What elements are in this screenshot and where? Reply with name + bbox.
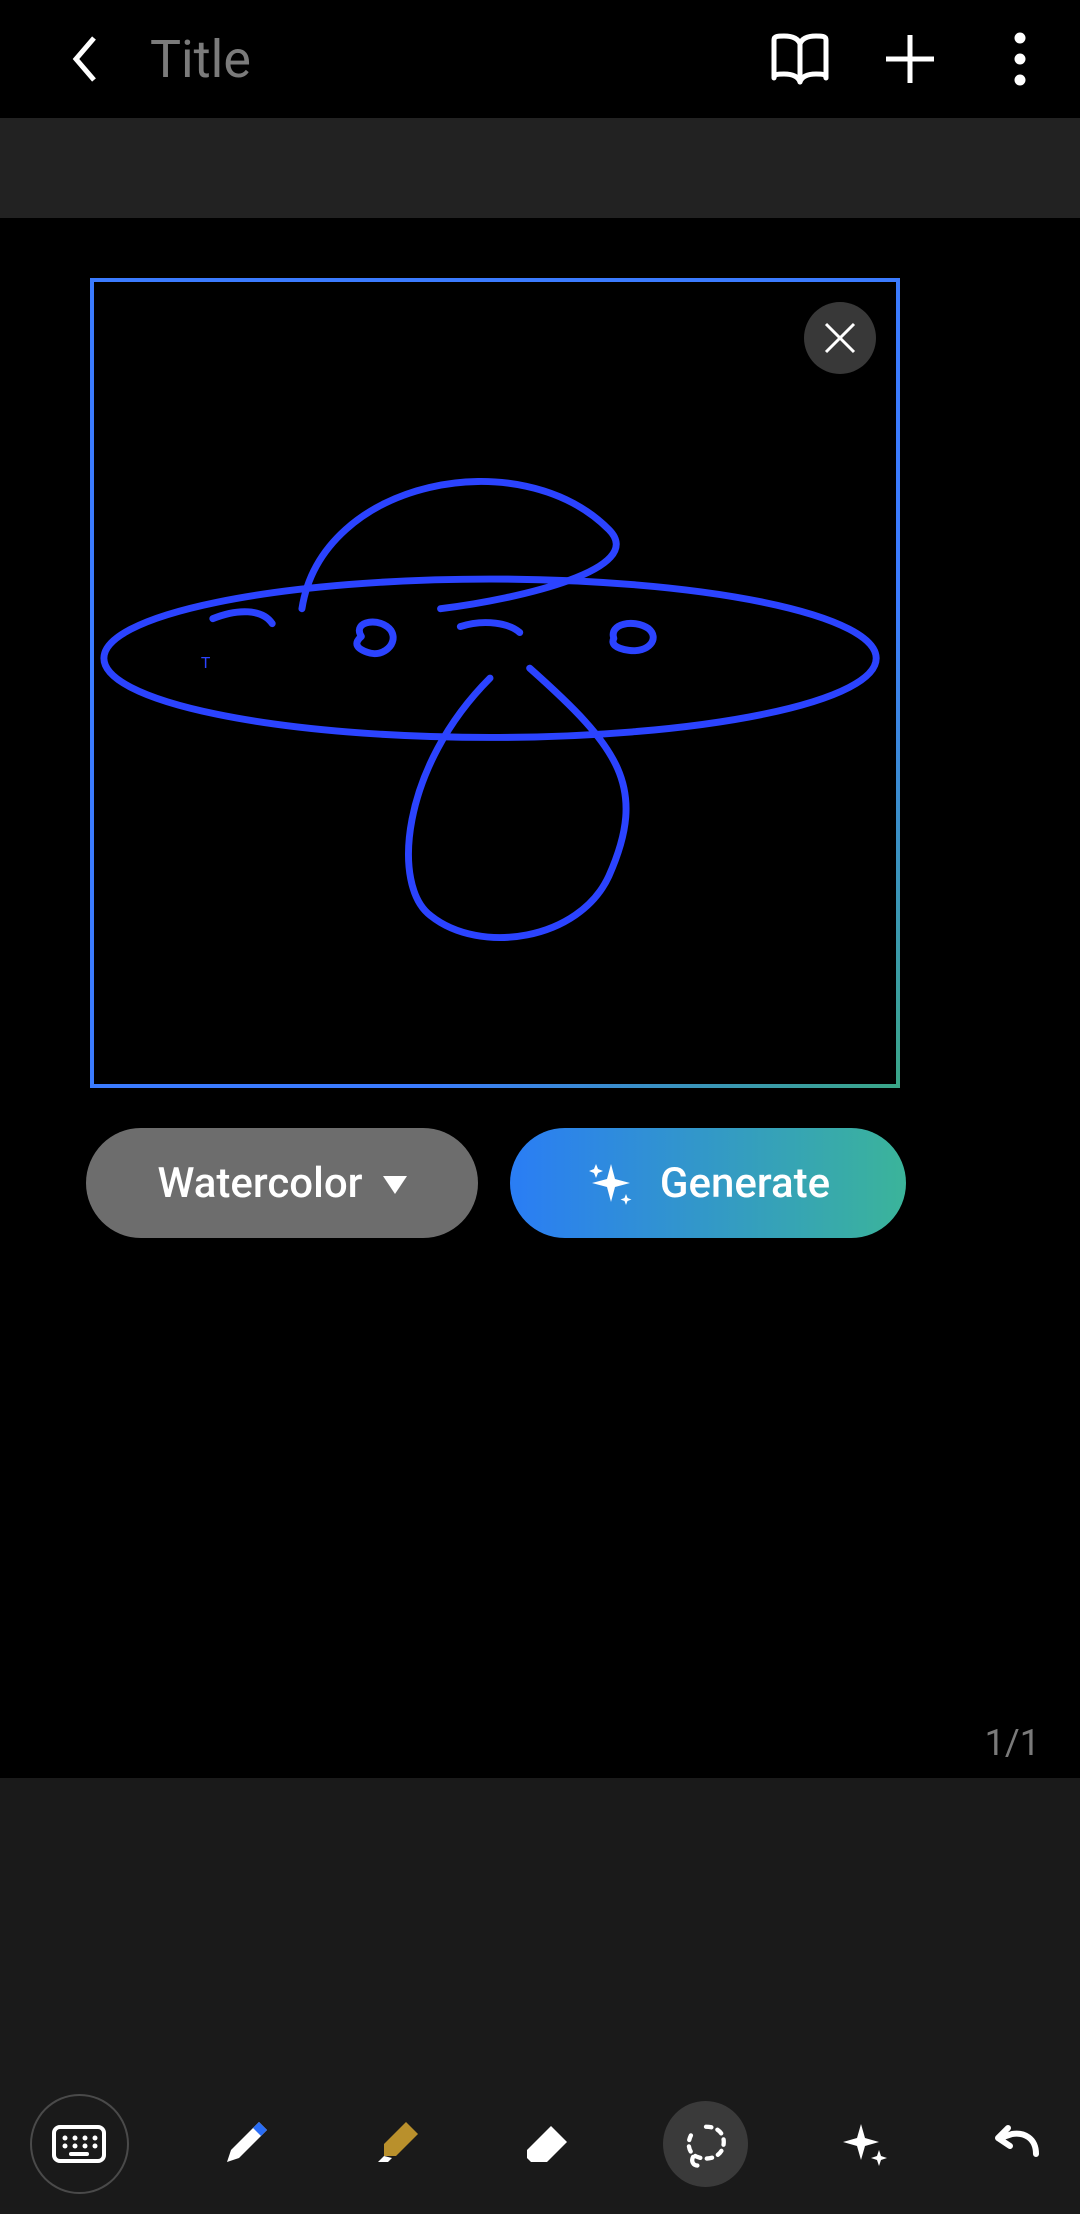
reader-mode-button[interactable] (770, 29, 830, 89)
reader-icon (770, 32, 830, 86)
undo-icon (988, 2116, 1044, 2172)
generate-button[interactable]: Generate (510, 1128, 906, 1238)
top-actions (770, 29, 1050, 89)
highlighter-tool[interactable] (362, 2109, 431, 2179)
ai-tool[interactable] (830, 2109, 899, 2179)
svg-text:T: T (201, 653, 211, 672)
undo-tool[interactable] (981, 2109, 1050, 2179)
canvas-area[interactable]: T Watercolor Generate 1/1 (0, 218, 1080, 1778)
add-button[interactable] (880, 29, 940, 89)
lasso-tool[interactable] (663, 2101, 748, 2187)
keyboard-icon (51, 2116, 107, 2172)
top-app-bar: Title (0, 0, 1080, 118)
pen-tool[interactable] (211, 2109, 280, 2179)
ai-action-row: Watercolor Generate (86, 1128, 906, 1238)
back-icon (70, 34, 100, 84)
page-counter: 1/1 (985, 1722, 1040, 1764)
drawing-toolbar (0, 2094, 1080, 2194)
user-sketch: T (94, 282, 896, 1084)
style-select-button[interactable]: Watercolor (86, 1128, 478, 1238)
generate-label: Generate (660, 1159, 830, 1208)
toolbar-strip (0, 118, 1080, 218)
sparkle-icon (586, 1158, 636, 1208)
bottom-area (0, 1778, 1080, 2214)
plus-icon (882, 31, 938, 87)
pen-icon (217, 2116, 273, 2172)
more-vert-icon (1014, 32, 1026, 86)
style-select-label: Watercolor (157, 1159, 362, 1208)
lasso-icon (678, 2116, 734, 2172)
title-input[interactable]: Title (150, 29, 770, 90)
eraser-icon (519, 2116, 575, 2172)
highlighter-icon (368, 2116, 424, 2172)
back-button[interactable] (60, 34, 110, 84)
chevron-down-icon (383, 1176, 407, 1194)
eraser-tool[interactable] (512, 2109, 581, 2179)
keyboard-tool[interactable] (30, 2094, 129, 2194)
overflow-menu-button[interactable] (990, 29, 1050, 89)
selection-marquee[interactable]: T (90, 278, 900, 1088)
ai-sparkle-icon (837, 2116, 893, 2172)
